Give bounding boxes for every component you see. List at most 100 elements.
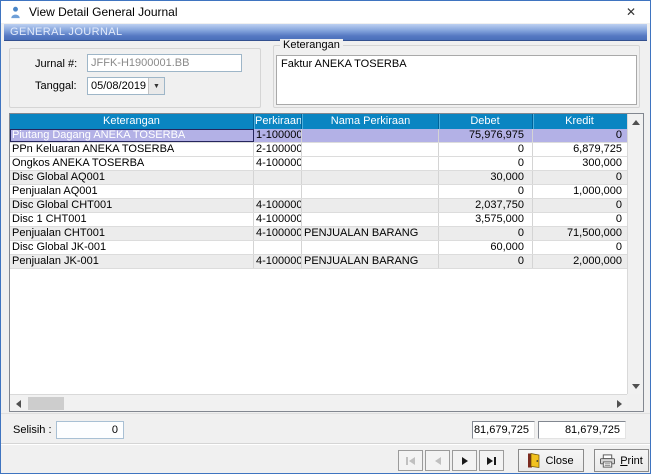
cell-debet[interactable]: 60,000 (439, 241, 533, 254)
table-row[interactable]: Disc 1 CHT001 4-1000002 3,575,000 0 (10, 213, 627, 227)
table-row[interactable]: Penjualan CHT001 4-1000001 PENJUALAN BAR… (10, 227, 627, 241)
cell-keterangan[interactable]: PPn Keluaran ANEKA TOSERBA (10, 143, 254, 156)
table-row[interactable]: Disc Global AQ001 30,000 0 (10, 171, 627, 185)
cell-perkiraan[interactable]: 4-1000006 (254, 157, 302, 170)
nav-first-button[interactable] (398, 450, 423, 471)
column-header-kredit[interactable]: Kredit (533, 114, 627, 129)
cell-perkiraan[interactable] (254, 171, 302, 184)
cell-debet[interactable]: 0 (439, 143, 533, 156)
jurnal-number-field[interactable]: JFFK-H1900001.BB (87, 54, 242, 72)
cell-debet[interactable]: 0 (439, 157, 533, 170)
printer-icon (600, 454, 615, 468)
nav-previous-button[interactable] (425, 450, 450, 471)
cell-kredit[interactable]: 0 (533, 129, 627, 142)
total-kredit-box: 81,679,725 (538, 421, 626, 439)
column-header-debet[interactable]: Debet (439, 114, 533, 129)
cell-nama-perkiraan[interactable] (302, 213, 439, 226)
column-header-perkiraan[interactable]: Perkiraan (254, 114, 302, 129)
cell-kredit[interactable]: 300,000 (533, 157, 627, 170)
cell-kredit[interactable]: 71,500,000 (533, 227, 627, 240)
chevron-down-icon[interactable]: ▼ (148, 78, 164, 94)
horizontal-scroll-thumb[interactable] (28, 397, 64, 410)
table-row[interactable]: PPn Keluaran ANEKA TOSERBA 2-1000001 0 6… (10, 143, 627, 157)
cell-kredit[interactable]: 0 (533, 213, 627, 226)
journal-grid: Keterangan Perkiraan Nama Perkiraan Debe… (9, 113, 644, 412)
cell-kredit[interactable]: 0 (533, 199, 627, 212)
door-icon (528, 453, 540, 468)
cell-nama-perkiraan[interactable] (302, 199, 439, 212)
cell-debet[interactable]: 0 (439, 185, 533, 198)
cell-debet[interactable]: 2,037,750 (439, 199, 533, 212)
cell-nama-perkiraan[interactable]: PENJUALAN BARANG (302, 255, 439, 268)
cell-keterangan[interactable]: Penjualan AQ001 (10, 185, 254, 198)
scroll-right-icon[interactable] (611, 395, 627, 412)
cell-kredit[interactable]: 2,000,000 (533, 255, 627, 268)
tanggal-datepicker[interactable]: 05/08/2019 ▼ (87, 77, 165, 95)
cell-nama-perkiraan[interactable] (302, 241, 439, 254)
vertical-scrollbar[interactable] (627, 114, 643, 394)
cell-kredit[interactable]: 0 (533, 171, 627, 184)
cell-perkiraan[interactable]: 4-1000002 (254, 213, 302, 226)
keterangan-label: Keterangan (280, 39, 343, 51)
cell-nama-perkiraan[interactable] (302, 143, 439, 156)
table-row[interactable]: Piutang Dagang ANEKA TOSERBA 1-1000002 7… (10, 129, 627, 143)
grid-body: Piutang Dagang ANEKA TOSERBA 1-1000002 7… (10, 129, 627, 269)
cell-perkiraan[interactable]: 1-1000002 (254, 129, 302, 142)
titlebar: View Detail General Journal ✕ (1, 1, 650, 23)
cell-kredit[interactable]: 6,879,725 (533, 143, 627, 156)
table-row[interactable]: Penjualan JK-001 4-1000001 PENJUALAN BAR… (10, 255, 627, 269)
window-title: View Detail General Journal (29, 5, 178, 19)
cell-debet[interactable]: 3,575,000 (439, 213, 533, 226)
total-debet-box: 81,679,725 (472, 421, 535, 439)
selisih-field[interactable]: 0 (56, 421, 124, 439)
keterangan-groupbox: Keterangan Faktur ANEKA TOSERBA (273, 45, 640, 108)
table-row[interactable]: Disc Global CHT001 4-1000002 2,037,750 0 (10, 199, 627, 213)
cell-nama-perkiraan[interactable] (302, 185, 439, 198)
journal-grid-view: Keterangan Perkiraan Nama Perkiraan Debe… (10, 114, 627, 394)
cell-perkiraan[interactable]: 2-1000001 (254, 143, 302, 156)
cell-kredit[interactable]: 0 (533, 241, 627, 254)
cell-keterangan[interactable]: Penjualan JK-001 (10, 255, 254, 268)
table-row[interactable]: Disc Global JK-001 60,000 0 (10, 241, 627, 255)
horizontal-scrollbar[interactable] (10, 394, 627, 411)
cell-keterangan[interactable]: Ongkos ANEKA TOSERBA (10, 157, 254, 170)
cell-perkiraan[interactable] (254, 241, 302, 254)
cell-debet[interactable]: 0 (439, 227, 533, 240)
tanggal-label: Tanggal: (35, 80, 77, 92)
cell-perkiraan[interactable]: 4-1000001 (254, 255, 302, 268)
scroll-down-icon[interactable] (628, 378, 644, 394)
table-row[interactable]: Ongkos ANEKA TOSERBA 4-1000006 0 300,000 (10, 157, 627, 171)
nav-next-button[interactable] (452, 450, 477, 471)
cell-perkiraan[interactable]: 4-1000001 (254, 227, 302, 240)
cell-nama-perkiraan[interactable] (302, 157, 439, 170)
cell-debet[interactable]: 30,000 (439, 171, 533, 184)
column-header-keterangan[interactable]: Keterangan (10, 114, 254, 129)
status-row: Selisih : 0 81,679,725 81,679,725 (1, 413, 650, 443)
cell-debet[interactable]: 0 (439, 255, 533, 268)
cell-keterangan[interactable]: Disc 1 CHT001 (10, 213, 254, 226)
cell-perkiraan[interactable] (254, 185, 302, 198)
button-row: Close Print (1, 443, 650, 473)
close-window-icon[interactable]: ✕ (612, 1, 650, 23)
cell-keterangan[interactable]: Piutang Dagang ANEKA TOSERBA (10, 129, 254, 142)
journal-fields-groupbox: Jurnal #: JFFK-H1900001.BB Tanggal: 05/0… (9, 48, 261, 108)
cell-nama-perkiraan[interactable] (302, 171, 439, 184)
cell-keterangan[interactable]: Penjualan CHT001 (10, 227, 254, 240)
cell-kredit[interactable]: 1,000,000 (533, 185, 627, 198)
nav-last-button[interactable] (479, 450, 504, 471)
scroll-up-icon[interactable] (628, 114, 644, 130)
cell-perkiraan[interactable]: 4-1000002 (254, 199, 302, 212)
cell-nama-perkiraan[interactable] (302, 129, 439, 142)
cell-keterangan[interactable]: Disc Global AQ001 (10, 171, 254, 184)
cell-debet[interactable]: 75,976,975 (439, 129, 533, 142)
column-header-nama-perkiraan[interactable]: Nama Perkiraan (302, 114, 439, 129)
cell-keterangan[interactable]: Disc Global JK-001 (10, 241, 254, 254)
table-row[interactable]: Penjualan AQ001 0 1,000,000 (10, 185, 627, 199)
scroll-left-icon[interactable] (10, 395, 26, 412)
cell-nama-perkiraan[interactable]: PENJUALAN BARANG (302, 227, 439, 240)
close-button[interactable]: Close (518, 449, 584, 472)
keterangan-memo[interactable]: Faktur ANEKA TOSERBA (276, 55, 637, 105)
scrollbar-corner (627, 394, 643, 411)
print-button[interactable]: Print (594, 449, 649, 472)
cell-keterangan[interactable]: Disc Global CHT001 (10, 199, 254, 212)
